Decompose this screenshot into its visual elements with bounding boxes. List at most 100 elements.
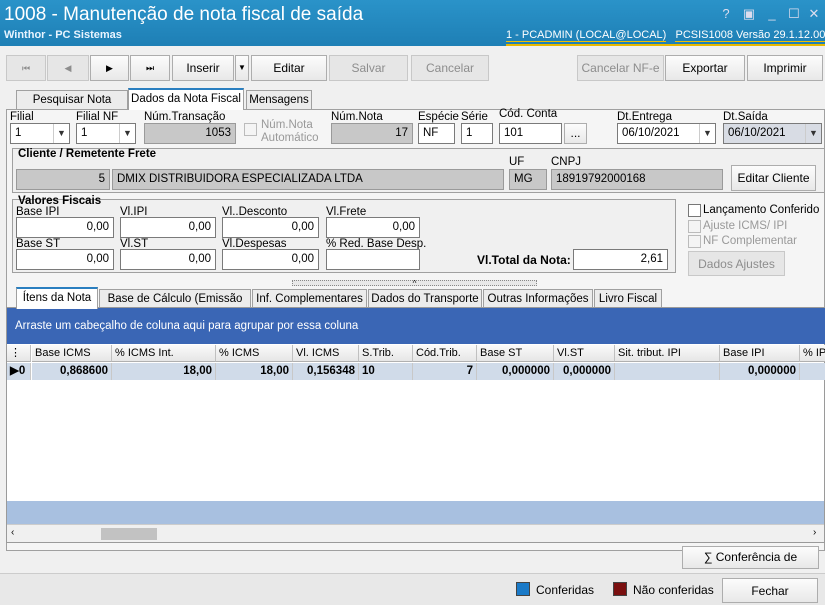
column-header[interactable]: % ICMS Int. [112,345,216,362]
table-cell[interactable]: 10 [359,363,413,380]
close-icon[interactable]: ✕ [806,6,822,22]
filial-select[interactable]: 1 ▼ [10,123,70,144]
dt-saida-picker[interactable]: 06/10/2021 ▼ [723,123,822,144]
restore-icon[interactable]: ▣ [741,6,757,22]
column-header[interactable]: Sit. tribut. IPI [615,345,720,362]
table-cell[interactable]: 0,156348 [293,363,359,380]
nf-complementar-checkbox[interactable] [688,235,701,248]
nf-complementar-label: NF Complementar [703,235,797,247]
minimize-icon[interactable]: _ [764,6,780,22]
num-nota-field[interactable]: 17 [331,123,413,144]
total-field[interactable]: 2,61 [573,249,668,270]
maximize-icon[interactable]: ☐ [786,6,802,22]
tab-pesquisar[interactable]: Pesquisar Nota Fiscal [16,90,128,124]
dt-entrega-picker[interactable]: 06/10/2021 ▼ [617,123,716,144]
scroll-thumb[interactable] [101,528,157,540]
column-header[interactable]: S.Trib. [359,345,413,362]
cod-conta-field[interactable]: 101 [499,123,562,144]
tab-mensagens[interactable]: Mensagens [246,90,312,110]
edit-button[interactable]: Editar [251,55,327,81]
uf-label: UF [509,156,525,168]
scroll-left-icon[interactable]: ‹ [11,527,14,538]
column-header[interactable]: Base ICMS [32,345,112,362]
column-header[interactable]: Cód.Trib. [413,345,477,362]
vl-despesas-field[interactable]: 0,00 [222,249,319,270]
column-header[interactable]: % ICMS [216,345,293,362]
table-cell[interactable]: 18,00 [112,363,216,380]
filial-value: 1 [15,127,22,139]
table-cell[interactable]: 0,868600 [32,363,112,380]
group-by-bar[interactable]: Arraste um cabeçalho de coluna aqui para… [7,308,825,344]
filial-nf-select[interactable]: 1 ▼ [76,123,136,144]
especie-label: Espécie [418,111,459,123]
tab-livro-fiscal[interactable]: Livro Fiscal [594,289,662,309]
column-header[interactable]: Base ST [477,345,554,362]
num-nota-auto-checkbox[interactable] [244,123,257,136]
vl-st-field[interactable]: 0,00 [120,249,216,270]
table-cell[interactable]: 7 [413,363,477,380]
last-record-button[interactable]: ⏭ [130,55,170,81]
num-transacao-label: Núm.Transação [144,111,226,123]
cod-conta-lookup-button[interactable]: ... [564,123,587,144]
table-cell[interactable] [800,363,825,380]
prev-record-button[interactable]: ◀ [47,55,89,81]
next-record-button[interactable]: ▶ [90,55,129,81]
edit-cliente-button[interactable]: Editar Cliente [731,165,816,191]
dt-entrega-label: Dt.Entrega [617,111,672,123]
dt-entrega-value: 06/10/2021 [622,127,680,139]
uf-field[interactable]: MG [509,169,547,190]
dados-ajustes-button[interactable]: Dados Ajustes [688,251,785,276]
help-icon[interactable]: ? [718,6,734,22]
insert-dropdown-icon[interactable]: ▼ [235,55,249,81]
first-record-button[interactable]: ⏮ [6,55,46,81]
tab-outras-informacoes[interactable]: Outras Informações [483,289,593,309]
fechar-button[interactable]: Fechar [722,578,818,603]
tab-dados-nota[interactable]: Dados da Nota Fiscal [128,88,244,110]
cancel-nfe-button[interactable]: Cancelar NF-e [577,55,664,81]
base-ipi-field[interactable]: 0,00 [16,217,114,238]
table-cell[interactable]: 0,000000 [720,363,800,380]
vl-frete-field[interactable]: 0,00 [326,217,420,238]
conferencia-button[interactable]: ∑ Conferência de Valores [682,546,819,585]
column-header[interactable]: Base IPI [720,345,800,362]
grid-menu-icon[interactable]: ⋮ [7,345,31,362]
scroll-right-icon[interactable]: › [813,527,816,538]
tab-dados-transporte[interactable]: Dados do Transporte [368,289,482,309]
title-bar: 1008 - Manutenção de nota fiscal de saíd… [0,0,825,46]
table-cell[interactable] [615,363,720,380]
tab-base-calculo[interactable]: Base de Cálculo (Emissão NF) [99,289,251,323]
horizontal-scrollbar[interactable]: ‹ › [7,524,824,542]
insert-button[interactable]: Inserir [172,55,234,81]
lancamento-checkbox[interactable] [688,204,701,217]
export-button[interactable]: Exportar [665,55,745,81]
red-base-field[interactable] [326,249,420,270]
num-nota-label: Núm.Nota [331,111,383,123]
vl-desconto-field[interactable]: 0,00 [222,217,319,238]
table-cell[interactable]: 0,000000 [477,363,554,380]
splitter-handle[interactable]: ^ [292,280,537,288]
cancel-button[interactable]: Cancelar [411,55,489,81]
tab-itens-nota[interactable]: Ítens da Nota [16,287,98,309]
filial-nf-label: Filial NF [76,111,119,123]
especie-field[interactable]: NF [418,123,455,144]
table-cell[interactable]: 18,00 [216,363,293,380]
chevron-down-icon: ▼ [699,124,715,143]
serie-field[interactable]: 1 [461,123,493,144]
cnpj-field[interactable]: 18919792000168 [551,169,723,190]
tab-inf-complementares[interactable]: Inf. Complementares [252,289,367,309]
column-header[interactable]: % IPI [800,345,825,362]
vl-ipi-field[interactable]: 0,00 [120,217,216,238]
column-header[interactable]: Vl. ICMS [293,345,359,362]
column-header[interactable]: Vl.ST [554,345,615,362]
filial-nf-value: 1 [81,127,88,139]
print-button[interactable]: Imprimir [747,55,823,81]
save-button[interactable]: Salvar [329,55,408,81]
ajuste-checkbox[interactable] [688,220,701,233]
table-cell[interactable]: 0,000000 [554,363,615,380]
base-st-field[interactable]: 0,00 [16,249,114,270]
num-transacao-field[interactable]: 1053 [144,123,236,144]
cliente-name-field[interactable]: DMIX DISTRIBUIDORA ESPECIALIZADA LTDA [112,169,504,190]
conferidas-label: Conferidas [536,583,595,597]
total-label: Vl.Total da Nota: [477,253,571,267]
cliente-code-field[interactable]: 5 [16,169,110,190]
